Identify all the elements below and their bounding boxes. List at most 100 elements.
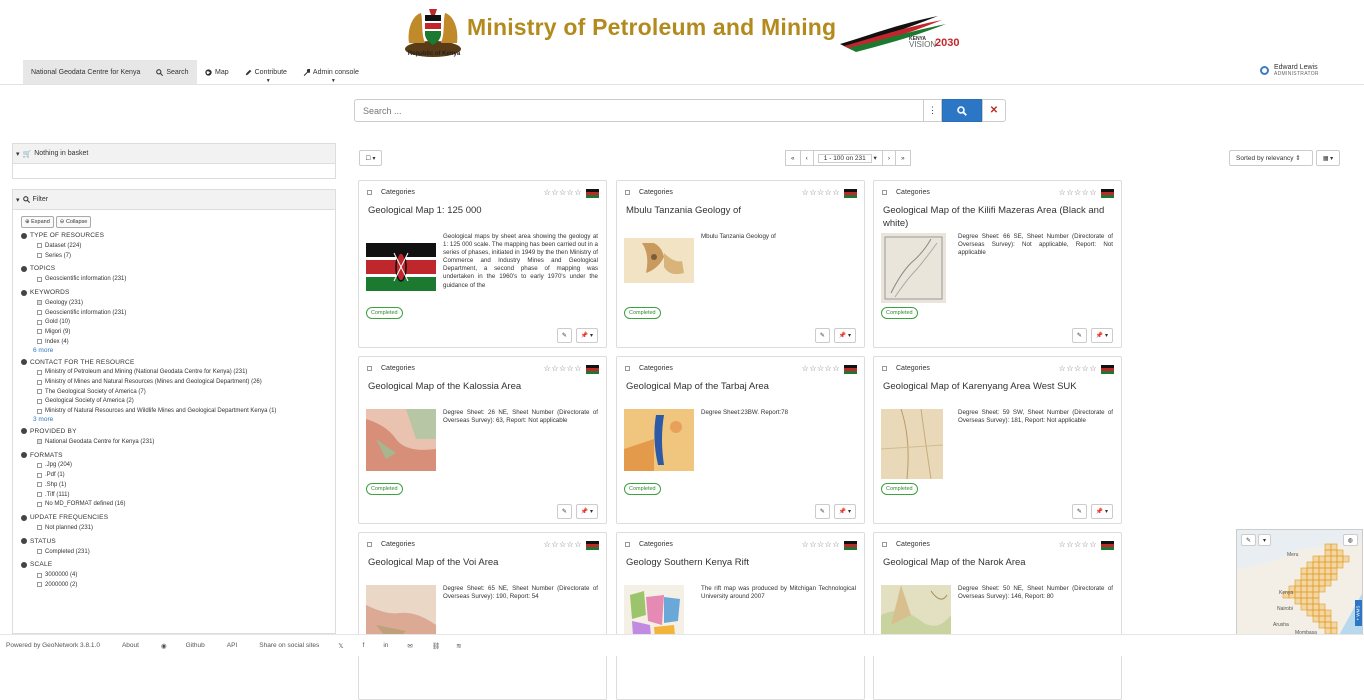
result-card[interactable]: Categories ☆☆☆☆☆ Geological Map of the Voi… bbox=[358, 532, 607, 700]
search-input[interactable] bbox=[354, 99, 924, 122]
facet-item[interactable]: .Shp (1) bbox=[21, 480, 327, 490]
filter-header[interactable]: ▾ Filter bbox=[13, 190, 335, 210]
card-title[interactable]: Geology Southern Kenya Rift bbox=[626, 557, 858, 570]
checkbox-icon[interactable] bbox=[37, 389, 42, 395]
map-sheet-cell[interactable] bbox=[1312, 555, 1320, 563]
checkbox-icon[interactable] bbox=[37, 310, 42, 316]
map-sheet-cell[interactable] bbox=[1312, 615, 1320, 623]
minimap-draw-button[interactable]: ✎ bbox=[1241, 534, 1257, 546]
facet-item[interactable]: No MD_FORMAT defined (16) bbox=[21, 499, 327, 509]
facet-item[interactable]: Geoscientific information (231) bbox=[21, 274, 327, 284]
footer-about-link[interactable]: About bbox=[116, 642, 139, 649]
map-sheet-cell[interactable] bbox=[1330, 555, 1338, 563]
facet-title[interactable]: UPDATE FREQUENCIES bbox=[21, 514, 327, 521]
map-sheet-cell[interactable] bbox=[1318, 609, 1326, 617]
map-sheet-cell[interactable] bbox=[1312, 597, 1320, 605]
facet-item[interactable]: Migori (9) bbox=[21, 327, 327, 337]
rating-stars[interactable]: ☆☆☆☆☆ bbox=[544, 188, 582, 197]
map-sheet-cell[interactable] bbox=[1312, 585, 1320, 593]
map-sheet-cell[interactable] bbox=[1318, 585, 1326, 593]
map-sheet-cell[interactable] bbox=[1318, 567, 1326, 575]
map-sheet-cell[interactable] bbox=[1300, 597, 1308, 605]
facet-item[interactable]: Not planned (231) bbox=[21, 523, 327, 533]
checkbox-icon[interactable] bbox=[37, 253, 42, 259]
map-sheet-cell[interactable] bbox=[1312, 579, 1320, 587]
map-sheet-cell[interactable] bbox=[1312, 567, 1320, 575]
map-sheet-cell[interactable] bbox=[1294, 579, 1302, 587]
map-sheet-cell[interactable] bbox=[1330, 567, 1338, 575]
checkbox-icon[interactable] bbox=[37, 582, 42, 588]
edit-button[interactable]: ✎ bbox=[556, 504, 572, 519]
map-sheet-cell[interactable] bbox=[1324, 549, 1332, 557]
select-checkbox[interactable] bbox=[367, 190, 372, 195]
rss-icon[interactable]: ≋ bbox=[456, 642, 461, 650]
result-card[interactable]: Categories ☆☆☆☆☆ Geological Map 1: 125 000… bbox=[358, 180, 607, 348]
pin-dropdown-button[interactable]: 📌 ▾ bbox=[833, 504, 856, 519]
checkbox-icon[interactable] bbox=[37, 525, 42, 531]
card-title[interactable]: Mbulu Tanzania Geology of bbox=[626, 205, 858, 218]
edit-button[interactable]: ✎ bbox=[814, 504, 830, 519]
rating-stars[interactable]: ☆☆☆☆☆ bbox=[1059, 540, 1097, 549]
pin-dropdown-button[interactable]: 📌 ▾ bbox=[575, 504, 598, 519]
facet-item[interactable]: .Tiff (111) bbox=[21, 490, 327, 500]
map-sheet-cell[interactable] bbox=[1294, 585, 1302, 593]
map-sheet-cell[interactable] bbox=[1306, 567, 1314, 575]
linkedin-icon[interactable]: in bbox=[383, 642, 388, 649]
select-checkbox[interactable] bbox=[367, 542, 372, 547]
checkbox-icon[interactable] bbox=[37, 329, 42, 335]
expand-button[interactable]: ⊕ Expand bbox=[21, 216, 54, 228]
card-thumbnail[interactable] bbox=[366, 409, 436, 479]
map-sheet-cell[interactable] bbox=[1318, 573, 1326, 581]
map-sheet-cell[interactable] bbox=[1330, 549, 1338, 557]
checkbox-icon[interactable] bbox=[37, 439, 42, 445]
result-card[interactable]: Categories ☆☆☆☆☆ Geological Map of the Nar… bbox=[873, 532, 1122, 700]
checkbox-icon[interactable] bbox=[37, 243, 42, 249]
facet-title[interactable]: TYPE OF RESOURCES bbox=[21, 232, 327, 239]
facet-title[interactable]: KEYWORDS bbox=[21, 289, 327, 296]
map-sheet-cell[interactable] bbox=[1324, 543, 1332, 551]
minimap-menu-button[interactable]: ▾ bbox=[1258, 534, 1272, 546]
card-title[interactable]: Geological Map of Karenyang Area West SU… bbox=[883, 381, 1115, 394]
map-sheet-cell[interactable] bbox=[1324, 567, 1332, 575]
map-sheet-cell[interactable] bbox=[1306, 591, 1314, 599]
card-title[interactable]: Geological Map of the Tarbaj Area bbox=[626, 381, 858, 394]
minimap-globe-button[interactable]: ◍ bbox=[1342, 534, 1358, 546]
map-sheet-cell[interactable] bbox=[1324, 615, 1332, 623]
map-sheet-cell[interactable] bbox=[1318, 579, 1326, 587]
map-sheet-cell[interactable] bbox=[1300, 585, 1308, 593]
nav-portal-link[interactable]: National Geodata Centre for Kenya bbox=[23, 60, 148, 84]
facet-title[interactable]: STATUS bbox=[21, 538, 327, 545]
map-sheet-cell[interactable] bbox=[1300, 591, 1308, 599]
edit-button[interactable]: ✎ bbox=[1071, 504, 1087, 519]
checkbox-icon[interactable] bbox=[37, 492, 42, 498]
map-sheet-cell[interactable] bbox=[1306, 573, 1314, 581]
checkbox-icon[interactable] bbox=[37, 398, 42, 404]
card-thumbnail[interactable] bbox=[366, 233, 436, 303]
footer-github-link[interactable]: ◉ Github bbox=[155, 642, 205, 650]
rating-stars[interactable]: ☆☆☆☆☆ bbox=[802, 188, 840, 197]
map-sheet-cell[interactable] bbox=[1324, 573, 1332, 581]
map-sheet-cell[interactable] bbox=[1312, 609, 1320, 617]
checkbox-icon[interactable] bbox=[37, 549, 42, 555]
map-sheet-cell[interactable] bbox=[1312, 573, 1320, 581]
map-sheet-cell[interactable] bbox=[1294, 591, 1302, 599]
facet-item[interactable]: .Pdf (1) bbox=[21, 470, 327, 480]
checkbox-icon[interactable] bbox=[37, 276, 42, 282]
facet-item[interactable]: Geological Society of America (2) bbox=[21, 397, 327, 407]
basket-header[interactable]: ▾ 🛒 Nothing in basket bbox=[13, 144, 335, 164]
card-thumbnail[interactable] bbox=[880, 408, 951, 480]
map-sheet-cell[interactable] bbox=[1336, 561, 1344, 569]
facet-item[interactable]: The Geological Society of America (7) bbox=[21, 387, 327, 397]
map-sheet-cell[interactable] bbox=[1294, 597, 1302, 605]
card-thumbnail[interactable] bbox=[624, 409, 694, 479]
facet-item[interactable]: National Geodata Centre for Kenya (231) bbox=[21, 437, 327, 447]
checkbox-icon[interactable] bbox=[37, 482, 42, 488]
select-checkbox[interactable] bbox=[367, 366, 372, 371]
map-sheet-cell[interactable] bbox=[1318, 555, 1326, 563]
card-thumbnail[interactable] bbox=[881, 233, 951, 303]
facet-item[interactable]: Dataset (224) bbox=[21, 241, 327, 251]
footer-api-link[interactable]: API bbox=[221, 642, 237, 649]
page-range-dropdown[interactable]: 1 - 100 on 231 ▾ bbox=[812, 150, 883, 166]
facet-title[interactable]: PROVIDED BY bbox=[21, 428, 327, 435]
rating-stars[interactable]: ☆☆☆☆☆ bbox=[1059, 188, 1097, 197]
